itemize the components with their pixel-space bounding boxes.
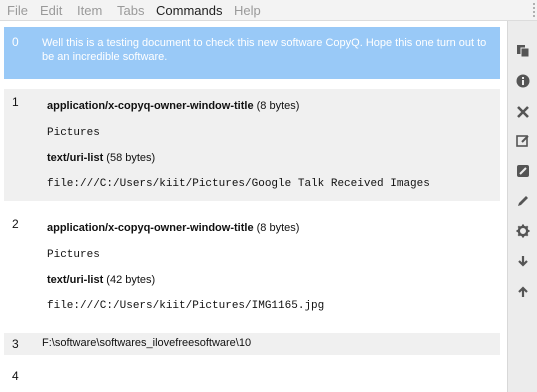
format-entry: application/x-copyq-owner-window-title (… [47, 222, 299, 234]
item-index: 3 [12, 337, 19, 351]
menu-file[interactable]: File [7, 3, 28, 18]
format-content: Pictures [47, 127, 100, 139]
format-entry: text/uri-list (42 bytes) [47, 274, 155, 286]
clipboard-item-list[interactable]: 0 Well this is a testing document to che… [0, 21, 507, 392]
format-size: (8 bytes) [256, 222, 300, 234]
info-icon[interactable] [513, 71, 533, 91]
mime-type: application/x-copyq-owner-window-title [47, 100, 254, 112]
format-content: file:///C:/Users/kiit/Pictures/IMG1165.j… [47, 300, 325, 312]
format-entry: text/uri-list (58 bytes) [47, 152, 155, 164]
format-content: Pictures [47, 249, 100, 261]
remove-icon[interactable] [513, 102, 533, 122]
toolbar-grip [533, 1, 535, 19]
format-entry: application/x-copyq-owner-window-title (… [47, 100, 299, 112]
list-item-1[interactable]: 1 application/x-copyq-owner-window-title… [4, 89, 500, 201]
list-item-0[interactable]: 0 Well this is a testing document to che… [4, 27, 500, 79]
menu-commands[interactable]: Commands [156, 3, 222, 18]
mime-type: text/uri-list [47, 274, 104, 286]
copy-icon[interactable] [513, 41, 533, 61]
menu-help[interactable]: Help [234, 3, 261, 18]
list-item-2[interactable]: 2 application/x-copyq-owner-window-title… [4, 211, 500, 323]
item-index: 1 [12, 95, 19, 109]
list-item-4[interactable]: 4 [4, 365, 500, 389]
edit-external-icon[interactable] [513, 161, 533, 181]
menu-bar: File Edit Item Tabs Commands Help [0, 0, 537, 21]
pen-icon[interactable] [513, 191, 533, 211]
item-text: Well this is a testing document to check… [42, 37, 487, 63]
menu-item[interactable]: Item [77, 3, 102, 18]
item-index: 4 [12, 369, 19, 383]
arrow-down-icon[interactable] [513, 251, 533, 271]
format-size: (8 bytes) [256, 100, 300, 112]
edit-icon[interactable] [513, 131, 533, 151]
menu-tabs[interactable]: Tabs [117, 3, 144, 18]
list-item-3[interactable]: 3 F:\software\softwares_ilovefreesoftwar… [4, 333, 500, 355]
mime-type: application/x-copyq-owner-window-title [47, 222, 254, 234]
format-size: (42 bytes) [106, 274, 156, 286]
item-text: F:\software\softwares_ilovefreesoftware\… [42, 337, 252, 349]
item-index: 2 [12, 217, 19, 231]
gear-icon[interactable] [513, 221, 533, 241]
item-action-toolbar [507, 21, 537, 392]
item-index: 0 [12, 35, 19, 49]
menu-edit[interactable]: Edit [40, 3, 62, 18]
format-size: (58 bytes) [106, 152, 156, 164]
format-content: file:///C:/Users/kiit/Pictures/Google Ta… [47, 178, 430, 190]
mime-type: text/uri-list [47, 152, 104, 164]
arrow-up-icon[interactable] [513, 282, 533, 302]
